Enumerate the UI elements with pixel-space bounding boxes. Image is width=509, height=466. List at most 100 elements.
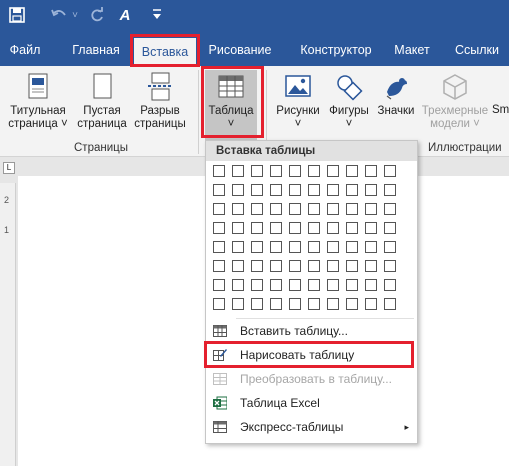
grid-cell[interactable] (308, 222, 320, 234)
grid-cell[interactable] (327, 165, 339, 177)
grid-cell[interactable] (327, 260, 339, 272)
pictures-button[interactable]: Рисунки ˅ (272, 72, 324, 131)
tab-layout[interactable]: Макет (388, 34, 436, 66)
grid-cell[interactable] (308, 203, 320, 215)
grid-cell[interactable] (289, 222, 301, 234)
tab-design[interactable]: Конструктор (288, 34, 384, 66)
grid-cell[interactable] (270, 203, 282, 215)
grid-cell[interactable] (289, 165, 301, 177)
grid-cell[interactable] (232, 260, 244, 272)
tab-references[interactable]: Ссылки (448, 34, 506, 66)
grid-cell[interactable] (384, 203, 396, 215)
format-painter-icon[interactable]: A (116, 7, 134, 25)
redo-icon[interactable] (88, 7, 106, 28)
grid-cell[interactable] (213, 165, 225, 177)
grid-cell[interactable] (251, 260, 263, 272)
grid-cell[interactable] (346, 241, 358, 253)
grid-cell[interactable] (384, 260, 396, 272)
grid-cell[interactable] (251, 203, 263, 215)
grid-cell[interactable] (251, 279, 263, 291)
grid-cell[interactable] (384, 241, 396, 253)
grid-cell[interactable] (346, 184, 358, 196)
grid-cell[interactable] (365, 184, 377, 196)
grid-cell[interactable] (384, 279, 396, 291)
grid-cell[interactable] (384, 222, 396, 234)
shapes-button[interactable]: Фигуры ˅ (324, 72, 374, 131)
grid-cell[interactable] (384, 184, 396, 196)
smartart-button[interactable]: Sm (492, 104, 509, 117)
grid-cell[interactable] (213, 298, 225, 310)
grid-cell[interactable] (289, 260, 301, 272)
grid-cell[interactable] (213, 241, 225, 253)
grid-cell[interactable] (232, 222, 244, 234)
draw-table-item[interactable]: Нарисовать таблицу (206, 344, 417, 366)
grid-cell[interactable] (213, 260, 225, 272)
grid-cell[interactable] (251, 165, 263, 177)
tab-home[interactable]: Главная (64, 34, 128, 66)
grid-cell[interactable] (270, 298, 282, 310)
tab-selector[interactable]: L (3, 162, 15, 174)
blank-page-button[interactable]: Пустая страница (74, 72, 130, 131)
grid-cell[interactable] (308, 184, 320, 196)
grid-cell[interactable] (365, 165, 377, 177)
grid-cell[interactable] (289, 298, 301, 310)
grid-cell[interactable] (251, 184, 263, 196)
grid-cell[interactable] (308, 260, 320, 272)
grid-cell[interactable] (270, 184, 282, 196)
grid-cell[interactable] (270, 260, 282, 272)
grid-cell[interactable] (327, 241, 339, 253)
grid-cell[interactable] (289, 241, 301, 253)
grid-cell[interactable] (232, 165, 244, 177)
grid-cell[interactable] (308, 279, 320, 291)
grid-cell[interactable] (384, 298, 396, 310)
grid-cell[interactable] (365, 298, 377, 310)
grid-cell[interactable] (213, 222, 225, 234)
grid-cell[interactable] (365, 260, 377, 272)
page-break-button[interactable]: Разрыв страницы (132, 72, 188, 131)
grid-cell[interactable] (232, 203, 244, 215)
tab-draw[interactable]: Рисование (202, 34, 278, 66)
quick-tables-item[interactable]: Экспресс-таблицы ▸ (206, 416, 417, 438)
grid-cell[interactable] (251, 298, 263, 310)
grid-cell[interactable] (365, 241, 377, 253)
grid-cell[interactable] (308, 165, 320, 177)
grid-cell[interactable] (346, 165, 358, 177)
grid-cell[interactable] (289, 184, 301, 196)
grid-cell[interactable] (346, 222, 358, 234)
grid-cell[interactable] (327, 222, 339, 234)
grid-cell[interactable] (327, 279, 339, 291)
convert-to-table-item[interactable]: Преобразовать в таблицу... (206, 368, 417, 390)
icons-button[interactable]: Значки (374, 72, 418, 118)
grid-cell[interactable] (289, 279, 301, 291)
grid-cell[interactable] (251, 222, 263, 234)
grid-cell[interactable] (213, 184, 225, 196)
grid-cell[interactable] (232, 279, 244, 291)
grid-cell[interactable] (213, 203, 225, 215)
grid-cell[interactable] (346, 203, 358, 215)
grid-cell[interactable] (270, 241, 282, 253)
save-icon[interactable] (8, 7, 26, 28)
grid-cell[interactable] (327, 184, 339, 196)
grid-cell[interactable] (270, 165, 282, 177)
grid-cell[interactable] (365, 203, 377, 215)
grid-cell[interactable] (270, 279, 282, 291)
grid-cell[interactable] (213, 279, 225, 291)
undo-icon[interactable] (48, 7, 70, 28)
customize-icon[interactable] (150, 7, 164, 27)
grid-cell[interactable] (308, 241, 320, 253)
grid-cell[interactable] (232, 241, 244, 253)
grid-cell[interactable] (365, 279, 377, 291)
grid-cell[interactable] (384, 165, 396, 177)
grid-cell[interactable] (346, 279, 358, 291)
excel-table-item[interactable]: Таблица Excel (206, 392, 417, 414)
grid-cell[interactable] (365, 222, 377, 234)
tab-insert[interactable]: Вставка (134, 38, 196, 66)
grid-cell[interactable] (327, 203, 339, 215)
undo-dropdown-icon[interactable]: ˅ (70, 7, 80, 25)
grid-cell[interactable] (327, 298, 339, 310)
tab-file[interactable]: Файл (4, 34, 46, 66)
grid-cell[interactable] (232, 298, 244, 310)
grid-cell[interactable] (308, 298, 320, 310)
grid-cell[interactable] (270, 222, 282, 234)
grid-cell[interactable] (251, 241, 263, 253)
